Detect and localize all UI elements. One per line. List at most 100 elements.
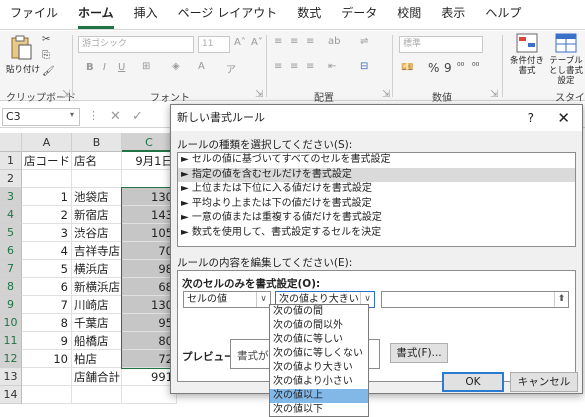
italic-icon[interactable]: I — [103, 62, 106, 73]
border-icon[interactable]: ⊞ — [142, 61, 150, 72]
rule-type-item[interactable]: ► 上位または下位に入る値だけを書式設定 — [178, 182, 575, 197]
cell-a[interactable]: 7 — [22, 296, 72, 314]
table-format-button[interactable]: テーブルとし書式設定 — [547, 33, 585, 85]
operator-option[interactable]: 次の値の間以外 — [270, 319, 368, 333]
cell-b[interactable]: 渋谷店 — [72, 224, 122, 242]
tab-file[interactable]: ファイル — [10, 4, 58, 29]
decrease-decimal-icon[interactable]: ⁰⁰ — [472, 62, 479, 72]
row-header[interactable]: 2 — [0, 170, 22, 188]
tab-view[interactable]: 表示 — [441, 4, 465, 29]
cell-a[interactable]: 3 — [22, 224, 72, 242]
range-select-icon[interactable]: ⬆ — [554, 292, 568, 307]
row-header[interactable]: 11 — [0, 332, 22, 350]
format-painter-icon[interactable]: 🖌 — [42, 66, 55, 77]
operator-option[interactable]: 次の値以上 — [270, 389, 368, 403]
row-header[interactable]: 4 — [0, 206, 22, 224]
cell-b[interactable]: 川崎店 — [72, 296, 122, 314]
operator-option[interactable]: 次の値より小さい — [270, 375, 368, 389]
number-launcher-icon[interactable]: ⇲ — [490, 89, 498, 100]
cell-a[interactable]: 5 — [22, 260, 72, 278]
cell-c13[interactable]: 991 — [122, 368, 177, 386]
increase-decimal-icon[interactable]: ⁰⁰ — [457, 62, 464, 72]
operator-option[interactable]: 次の値より大きい — [270, 361, 368, 375]
cell-b[interactable]: 池袋店 — [72, 188, 122, 206]
help-icon[interactable]: ? — [528, 105, 534, 131]
cell-b[interactable]: 新宿店 — [72, 206, 122, 224]
cell-a[interactable]: 9 — [22, 332, 72, 350]
cell-a[interactable]: 1 — [22, 188, 72, 206]
merge-icon[interactable]: ⊟ — [360, 61, 368, 72]
row-header[interactable]: 12 — [0, 350, 22, 368]
cell-b14[interactable] — [72, 386, 122, 404]
font-color-icon[interactable]: A — [198, 61, 205, 72]
value-input[interactable]: ⬆ — [381, 291, 569, 308]
operator-option[interactable]: 次の値に等しくない — [270, 347, 368, 361]
cell-b[interactable]: 船橋店 — [72, 332, 122, 350]
align-bottom-icon[interactable]: ≡ — [306, 36, 314, 47]
paste-button[interactable]: 貼り付け — [6, 35, 40, 83]
row-header[interactable]: 8 — [0, 278, 22, 296]
cell-a[interactable]: 10 — [22, 350, 72, 368]
font-name-dropdown[interactable]: 游ゴシック — [78, 36, 194, 53]
bold-icon[interactable]: B — [86, 62, 94, 73]
fill-color-icon[interactable]: ◈ — [172, 61, 180, 72]
rule-type-list[interactable]: ► セルの値に基づいてすべてのセルを書式設定 ► 指定の値を含むセルだけを書式設… — [177, 152, 576, 247]
tab-formulas[interactable]: 数式 — [297, 4, 321, 29]
cell-b[interactable]: 千葉店 — [72, 314, 122, 332]
rule-type-item[interactable]: ► 指定の値を含むセルだけを書式設定 — [178, 167, 575, 182]
row-header[interactable]: 3 — [0, 188, 22, 206]
copy-icon[interactable]: ⎘ — [42, 50, 50, 61]
tab-page-layout[interactable]: ページ レイアウト — [178, 4, 278, 29]
cell-b[interactable]: 横浜店 — [72, 260, 122, 278]
rule-type-item[interactable]: ► セルの値に基づいてすべてのセルを書式設定 — [178, 153, 575, 168]
font-launcher-icon[interactable]: ⇲ — [255, 89, 263, 100]
cell-a14[interactable] — [22, 386, 72, 404]
rule-type-item[interactable]: ► 平均より上または下の値だけを書式設定 — [178, 197, 575, 212]
operator-option[interactable]: 次の値以下 — [270, 403, 368, 417]
close-icon[interactable]: ✕ — [557, 105, 570, 131]
operator-option[interactable]: 次の値に等しい — [270, 333, 368, 347]
column-header-c[interactable]: C — [122, 133, 177, 152]
tab-help[interactable]: ヘルプ — [485, 4, 521, 29]
name-box[interactable]: C3 — [2, 108, 80, 126]
align-center-icon[interactable]: ≡ — [290, 61, 298, 72]
grow-font-icon[interactable]: A˄ — [234, 37, 246, 48]
cell-c1[interactable]: 9月1日 — [122, 152, 177, 170]
align-right-icon[interactable]: ≡ — [306, 61, 314, 72]
cell-a[interactable]: 4 — [22, 242, 72, 260]
cell-b13[interactable]: 店舗合計 — [72, 368, 122, 386]
number-format-dropdown[interactable]: 標準 — [399, 36, 483, 53]
format-button[interactable]: 書式(F)... — [390, 343, 448, 363]
column-header-a[interactable]: A — [22, 133, 72, 152]
font-size-dropdown[interactable]: 11 — [198, 36, 230, 53]
wrap-text-icon[interactable]: ⇌ — [360, 36, 368, 47]
column-header-b[interactable]: B — [72, 133, 122, 152]
cell-c14[interactable] — [122, 386, 177, 404]
row-header[interactable]: 10 — [0, 314, 22, 332]
row-header[interactable]: 6 — [0, 242, 22, 260]
cancel-button[interactable]: キャンセル — [510, 372, 578, 392]
operator-options-list[interactable]: 次の値の間 次の値の間以外 次の値に等しい 次の値に等しくない 次の値より大きい… — [269, 304, 369, 417]
tab-review[interactable]: 校閲 — [397, 4, 421, 29]
tab-home[interactable]: ホーム — [78, 4, 114, 29]
cell-a1[interactable]: 店コード — [22, 152, 72, 170]
conditional-format-button[interactable]: 条件付き書式 — [508, 33, 546, 85]
align-middle-icon[interactable]: ≡ — [290, 36, 298, 47]
shrink-font-icon[interactable]: A˅ — [251, 37, 263, 48]
row-header[interactable]: 5 — [0, 224, 22, 242]
clipboard-launcher-icon[interactable]: ⇲ — [62, 89, 70, 100]
comma-icon[interactable]: 9 — [444, 61, 452, 75]
cell-b[interactable]: 吉祥寺店 — [72, 242, 122, 260]
enter-formula-icon[interactable]: ✓ — [132, 109, 143, 124]
cut-icon[interactable]: ✂ — [42, 34, 50, 45]
cell-a[interactable]: 6 — [22, 278, 72, 296]
indent-icon[interactable]: ⇤ — [328, 61, 336, 72]
tab-data[interactable]: データ — [341, 4, 377, 29]
underline-icon[interactable]: U — [118, 62, 125, 73]
cell-a13[interactable] — [22, 368, 72, 386]
orientation-icon[interactable]: ab — [328, 36, 340, 47]
phonetic-icon[interactable]: ア — [226, 61, 236, 76]
select-all-corner[interactable] — [0, 133, 22, 152]
cell-b1[interactable]: 店名 — [72, 152, 122, 170]
percent-icon[interactable]: % — [428, 61, 439, 75]
